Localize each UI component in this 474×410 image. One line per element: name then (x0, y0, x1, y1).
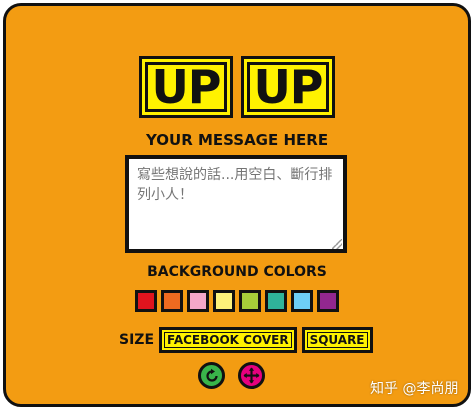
color-swatch-yellow[interactable] (213, 290, 235, 312)
color-swatch-orange[interactable] (161, 290, 183, 312)
watermark: 知乎 @李尚朋 (370, 381, 459, 397)
message-input[interactable] (125, 155, 347, 253)
logo-tile-2: UP (241, 56, 335, 118)
logo-tile-1: UP (139, 56, 233, 118)
color-swatch-row (135, 290, 339, 312)
square-button[interactable]: SQUARE (301, 327, 373, 353)
size-label: SIZE (119, 332, 155, 348)
color-swatch-sky[interactable] (291, 290, 313, 312)
logo: UP UP (0, 56, 474, 118)
resize-handle[interactable] (332, 239, 342, 249)
size-selector: SIZE FACEBOOK COVER SQUARE (119, 327, 373, 353)
message-heading: YOUR MESSAGE HERE (145, 131, 329, 149)
color-swatch-pink[interactable] (187, 290, 209, 312)
refresh-button[interactable] (198, 362, 225, 389)
color-swatch-purple[interactable] (317, 290, 339, 312)
background-colors-heading: BACKGROUND COLORS (147, 264, 327, 280)
move-button[interactable] (238, 362, 265, 389)
color-swatch-red[interactable] (135, 290, 157, 312)
refresh-icon (205, 368, 218, 382)
color-swatch-lime[interactable] (239, 290, 261, 312)
facebook-cover-button[interactable]: FACEBOOK COVER (159, 327, 297, 353)
color-swatch-teal[interactable] (265, 290, 287, 312)
move-icon (243, 367, 260, 384)
